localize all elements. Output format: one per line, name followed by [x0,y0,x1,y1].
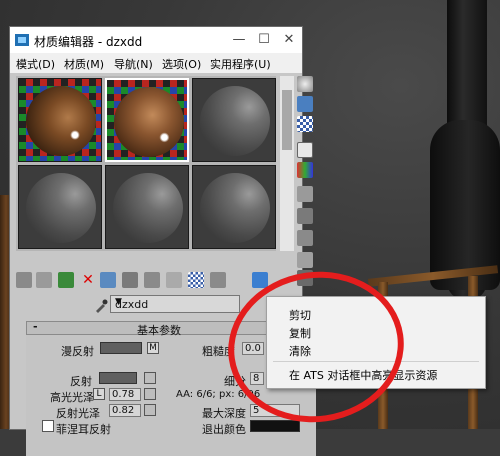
make-unique-icon[interactable] [122,272,138,288]
fresnel-reflections-label: 菲涅耳反射 [56,423,111,436]
hilight-lock-button[interactable]: L [93,388,105,400]
hilight-map-button[interactable] [144,388,156,400]
rollout-title: 基本参数 [137,324,181,337]
side-toolbar [297,76,313,286]
backlight-icon[interactable] [297,96,313,112]
sample-uv-tiling-icon[interactable] [297,142,313,158]
sample-sphere [26,86,96,156]
title-bar[interactable]: 材质编辑器 - dzxdd — ☐ ✕ [10,27,302,53]
max-depth-label: 最大深度 [202,407,246,420]
show-end-result-icon[interactable] [210,272,226,288]
menu-navigation[interactable]: 导航(N) [114,56,153,72]
app-icon [15,34,29,46]
reflection-glossiness-spinner[interactable]: 0.82 [109,404,141,417]
sample-slot-6[interactable] [192,165,276,249]
video-color-check-icon[interactable] [297,162,313,178]
reflect-color-swatch[interactable] [99,372,137,384]
material-id-icon[interactable] [166,272,182,288]
show-map-icon[interactable] [188,272,204,288]
put-to-library-icon[interactable] [144,272,160,288]
exit-color-swatch[interactable] [250,420,300,432]
maximize-button[interactable]: ☐ [253,29,275,51]
hilight-glossiness-spinner[interactable]: 0.78 [109,388,141,401]
hilight-glossiness-label: 高光光泽 [50,391,94,404]
delete-icon[interactable]: ✕ [80,272,96,288]
chevron-down-icon[interactable]: ▼ [115,297,237,307]
copy-material-icon[interactable] [100,272,116,288]
reflection-gloss-map-button[interactable] [144,404,156,416]
scrollbar-thumb[interactable] [282,90,292,150]
options-icon[interactable] [297,208,313,224]
make-preview-icon[interactable] [297,186,313,202]
sample-slot-2-selected[interactable] [105,78,189,162]
menu-material[interactable]: 材质(M) [64,56,104,72]
menu-mode[interactable]: 模式(D) [16,56,55,72]
material-name-field[interactable]: dzxdd ▼ [110,295,240,313]
reflect-map-button[interactable] [144,372,156,384]
sample-slot-1[interactable] [18,78,102,162]
background-icon[interactable] [297,116,313,132]
sample-sphere [200,173,270,243]
sample-slot-3[interactable] [192,78,276,162]
slots-scrollbar[interactable] [280,76,294,251]
material-navigator-icon[interactable] [297,252,313,268]
assign-to-selection-icon[interactable] [58,272,74,288]
sample-sphere [113,173,183,243]
close-button[interactable]: ✕ [278,29,300,51]
menu-options[interactable]: 选项(O) [162,56,201,72]
exit-color-label: 退出颜色 [202,423,246,436]
menu-bar: 模式(D) 材质(M) 导航(N) 选项(O) 实用程序(U) [10,53,302,73]
get-material-icon[interactable] [16,272,32,288]
sample-slot-4[interactable] [18,165,102,249]
eyedropper-icon[interactable] [94,299,108,313]
sample-type-icon[interactable] [297,76,313,92]
fresnel-checkbox[interactable] [42,420,54,432]
sample-sphere [200,86,270,156]
minimize-button[interactable]: — [228,29,250,51]
sample-slots [16,76,276,251]
sample-sphere [114,87,184,157]
sample-slot-5[interactable] [105,165,189,249]
collapse-icon[interactable]: - [33,320,38,333]
reflect-label: 反射 [70,375,92,388]
put-to-scene-icon[interactable] [36,272,52,288]
select-by-material-icon[interactable] [297,230,313,246]
sample-sphere [26,173,96,243]
diffuse-label: 漫反射 [61,345,94,358]
window-title: 材质编辑器 - dzxdd [34,35,143,49]
menu-utilities[interactable]: 实用程序(U) [210,56,271,72]
reflection-glossiness-label: 反射光泽 [56,407,100,420]
go-to-parent-icon[interactable] [252,272,268,288]
diffuse-map-button[interactable]: M [147,342,159,354]
diffuse-color-swatch[interactable] [100,342,142,354]
